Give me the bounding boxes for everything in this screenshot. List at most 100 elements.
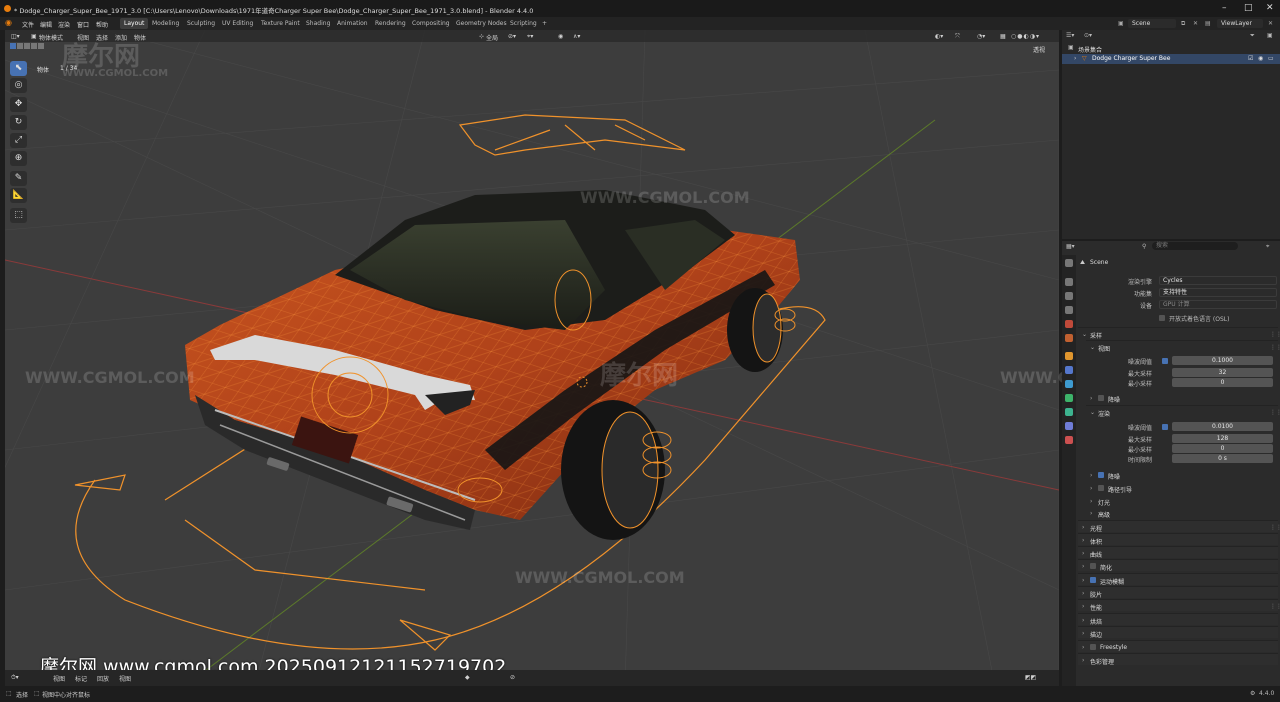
tab-modeling[interactable]: Modeling — [148, 18, 183, 29]
tab-compositing[interactable]: Compositing — [408, 18, 454, 29]
viewport-subsection[interactable]: ⌄ 视图 ⋮⋮ — [1086, 340, 1280, 353]
render-subsection[interactable]: ⌄ 渲染 ⋮⋮ — [1086, 405, 1280, 418]
timeline-menu-marker[interactable]: 标记 — [75, 674, 87, 683]
outliner-filter-icon[interactable]: ⊙▾ — [1084, 32, 1092, 39]
performance-section[interactable]: › 性能 ⋮⋮ — [1078, 599, 1280, 612]
tab-layout[interactable]: Layout — [120, 18, 149, 29]
timeline-menu-playback[interactable]: 回放 — [97, 674, 109, 683]
proportional-edit-icon[interactable]: ◉ — [558, 33, 563, 40]
xray-icon[interactable]: ▦ — [1000, 33, 1006, 40]
object-tab-icon[interactable] — [1065, 352, 1073, 360]
outliner-object-name[interactable]: Dodge Charger Super Bee — [1092, 55, 1170, 62]
menu-file[interactable]: 文件 — [22, 20, 34, 29]
r-noise-threshold-checkbox[interactable] — [1162, 424, 1168, 430]
measure-tool-button[interactable]: 📐 — [10, 188, 27, 203]
annotate-tool-button[interactable]: ✎ — [10, 171, 27, 186]
scene-tab-icon[interactable] — [1065, 320, 1073, 328]
car-model[interactable] — [185, 190, 800, 540]
menu-window[interactable]: 窗口 — [77, 20, 89, 29]
time-limit-field[interactable]: 0 s — [1172, 454, 1273, 463]
advanced-subsection[interactable]: › 高级 — [1086, 507, 1278, 519]
device-dropdown[interactable]: GPU 计算 — [1159, 300, 1277, 309]
film-section[interactable]: › 胶片 — [1078, 586, 1278, 599]
tool-tab-icon[interactable] — [1065, 259, 1073, 267]
falloff-icon[interactable]: ∧▾ — [573, 33, 580, 40]
menu-render[interactable]: 渲染 — [58, 20, 70, 29]
motion-blur-section[interactable]: › 运动模糊 — [1078, 573, 1278, 586]
select-mode-buttons[interactable] — [10, 43, 44, 51]
blender-menu-icon[interactable]: ◉ — [5, 18, 12, 27]
modifier-tab-icon[interactable] — [1065, 366, 1073, 374]
world-tab-icon[interactable] — [1065, 334, 1073, 342]
eye-icon[interactable]: ◉ — [1258, 55, 1263, 62]
keyframe-icon[interactable]: ◆ — [465, 674, 470, 681]
tab-rendering[interactable]: Rendering — [371, 18, 410, 29]
render-engine-dropdown[interactable]: Cycles — [1159, 276, 1277, 285]
properties-editor-icon[interactable]: ▦▾ — [1066, 243, 1075, 250]
add-workspace-button[interactable]: + — [538, 18, 551, 29]
freestyle-section[interactable]: › Freestyle — [1078, 640, 1278, 652]
close-icon[interactable]: ✕ — [1266, 3, 1274, 13]
properties-search-input[interactable]: 搜索 — [1152, 242, 1238, 250]
lights-subsection[interactable]: › 灯光 — [1086, 495, 1278, 507]
view-perspective-label[interactable]: 透视 — [1033, 45, 1045, 54]
vp-noise-threshold-field[interactable]: 0.1000 — [1172, 356, 1273, 365]
transform-tool-button[interactable]: ⊕ — [10, 151, 27, 166]
bake-section[interactable]: › 烘焙 — [1078, 613, 1278, 626]
expand-icon[interactable]: › — [1074, 55, 1076, 62]
menu-edit[interactable]: 编辑 — [40, 20, 52, 29]
visibility-checkbox-icon[interactable]: ☑ — [1248, 55, 1253, 62]
outliner-editor-icon[interactable]: ☰▾ — [1066, 32, 1074, 39]
color-management-section[interactable]: › 色彩管理 — [1078, 653, 1278, 666]
tab-shading[interactable]: Shading — [302, 18, 334, 29]
pin-icon[interactable]: ⌖ — [1266, 243, 1269, 251]
r-noise-threshold-field[interactable]: 0.0100 — [1172, 422, 1273, 431]
autokey-icon[interactable]: ⊘ — [510, 674, 515, 681]
constraints-tab-icon[interactable] — [1065, 408, 1073, 416]
timeline-editor-icon[interactable]: ⏱▾ — [11, 674, 19, 682]
outliner-new-collection-icon[interactable]: ▣ — [1267, 32, 1273, 39]
view-layer-tab-icon[interactable] — [1065, 306, 1073, 314]
move-tool-button[interactable]: ✥ — [10, 97, 27, 112]
vp-denoise-subsection[interactable]: › 降噪 — [1086, 392, 1278, 404]
light-paths-section[interactable]: › 光程 ⋮⋮ — [1078, 520, 1280, 533]
vp-min-samples-field[interactable]: 0 — [1172, 378, 1273, 387]
path-guiding-subsection[interactable]: › 路径引导 — [1086, 482, 1278, 494]
tab-scripting[interactable]: Scripting — [506, 18, 541, 29]
visibility-icon[interactable]: ◐▾ — [935, 33, 943, 40]
timeline-view-icon[interactable]: ◩◩ — [1025, 674, 1036, 681]
shading-modes-icon[interactable]: ○●◐◑▾ — [1011, 33, 1040, 40]
editor-type-icon[interactable]: ◫▾ — [11, 33, 20, 40]
3d-viewport[interactable] — [5, 30, 1059, 686]
outliner-row-selected[interactable]: › ▽ Dodge Charger Super Bee ☑ ◉ ▭ — [1062, 54, 1280, 64]
feature-set-dropdown[interactable]: 支持特性 — [1159, 288, 1277, 297]
scale-tool-button[interactable]: ⤢ — [10, 133, 27, 148]
simplify-section[interactable]: › 简化 — [1078, 559, 1278, 572]
grease-pencil-section[interactable]: › 描边 — [1078, 626, 1278, 639]
sampling-section[interactable]: ⌄ 采样 ⋮⋮ — [1078, 327, 1280, 340]
curves-section[interactable]: › 曲线 — [1078, 546, 1278, 559]
tab-uv-editing[interactable]: UV Editing — [218, 18, 257, 29]
outliner-funnel-icon[interactable]: ⏷ — [1250, 32, 1255, 40]
mode-selector[interactable]: 物体模式 — [39, 33, 63, 42]
tab-sculpting[interactable]: Sculpting — [183, 18, 219, 29]
timeline-menu-view-2[interactable]: 视图 — [119, 674, 131, 683]
collection-label[interactable]: 场景集合 — [1078, 45, 1102, 54]
denoise-subsection[interactable]: › 降噪 — [1086, 469, 1278, 481]
render-tab-icon[interactable] — [1065, 278, 1073, 286]
overlay-icon[interactable]: ◔▾ — [977, 33, 985, 40]
cursor-tool-button[interactable]: ◎ — [10, 78, 27, 93]
vp-noise-threshold-checkbox[interactable] — [1162, 358, 1168, 364]
menu-help[interactable]: 帮助 — [96, 20, 108, 29]
timeline-menu-view[interactable]: 视图 — [53, 674, 65, 683]
gizmo-icon[interactable]: ⤧ — [955, 33, 960, 41]
scene-selector[interactable]: Scene — [1128, 19, 1176, 28]
material-tab-icon[interactable] — [1065, 436, 1073, 444]
r-min-samples-field[interactable]: 0 — [1172, 444, 1273, 453]
snap-icon[interactable]: ⌖▾ — [527, 33, 533, 41]
minimize-icon[interactable]: – — [1222, 3, 1227, 13]
rotate-tool-button[interactable]: ↻ — [10, 115, 27, 130]
output-tab-icon[interactable] — [1065, 292, 1073, 300]
maximize-icon[interactable]: □ — [1244, 3, 1253, 13]
r-max-samples-field[interactable]: 128 — [1172, 434, 1273, 443]
